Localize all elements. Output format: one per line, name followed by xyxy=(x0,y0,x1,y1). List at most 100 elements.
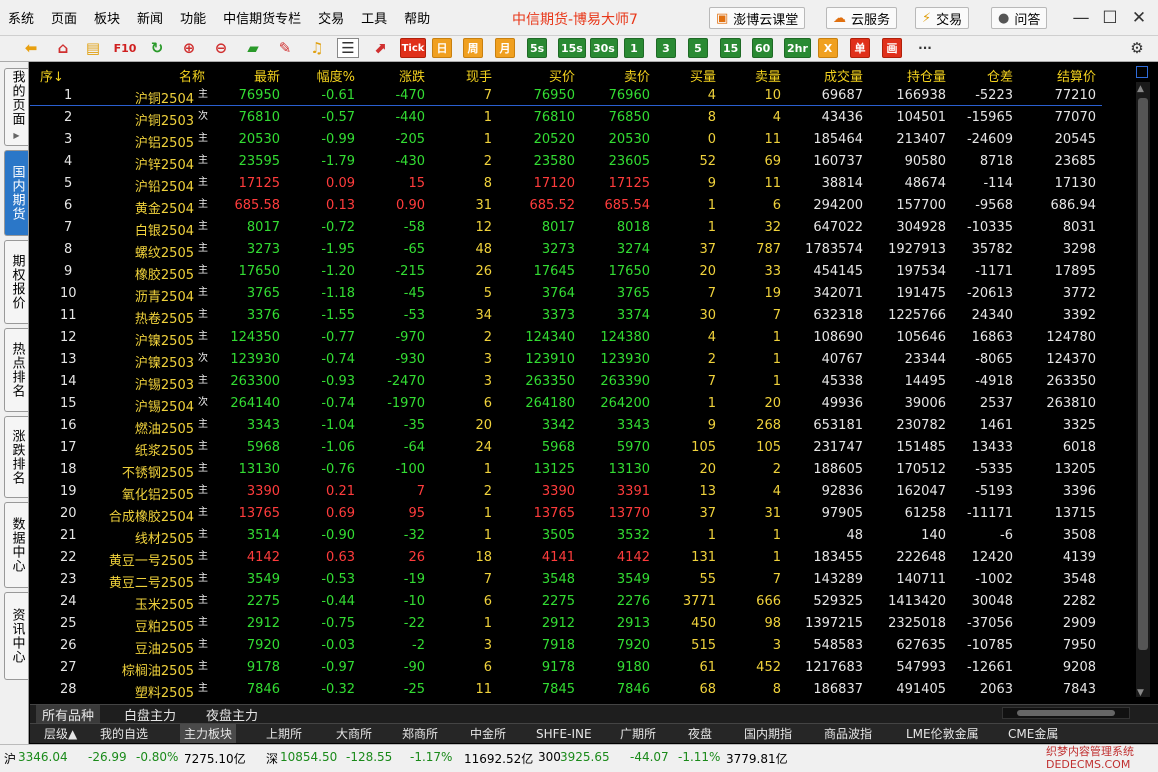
scroll-thumb[interactable] xyxy=(1138,98,1148,650)
table-row[interactable]: 5 沪铅2504 主 17125 0.09 15 8 17120 17125 9 11 38814 48… xyxy=(30,173,1132,195)
left-tab[interactable]: 国内期货 xyxy=(4,150,28,236)
menu-item[interactable]: 页面 xyxy=(51,8,77,27)
table-row[interactable]: 25 豆粕2505 主 2912 -0.75 -22 1 2912 2913 450 98 13972… xyxy=(30,613,1132,635)
period-button[interactable]: 周 xyxy=(463,38,483,58)
cloud-service-button[interactable]: ☁ 云服务 xyxy=(826,7,898,29)
menu-item[interactable]: 板块 xyxy=(94,8,120,27)
table-row[interactable]: 20 合成橡胶2504 主 13765 0.69 95 1 13765 13770 37 31 979… xyxy=(30,503,1132,525)
zoom-out-icon[interactable]: ⊖ xyxy=(210,38,232,58)
more-button[interactable]: ··· xyxy=(916,38,934,58)
exchange-tab[interactable]: 夜盘 xyxy=(684,724,716,743)
exchange-tab[interactable]: 大商所 xyxy=(332,724,376,743)
window-icon[interactable]: ▰ xyxy=(242,38,264,58)
table-row[interactable]: 1 沪铜2504 主 76950 -0.61 -470 7 76950 76960 4 10 6968… xyxy=(30,85,1132,107)
table-row[interactable]: 3 沪铝2505 主 20530 -0.99 -205 1 20520 20530 0 11 1854… xyxy=(30,129,1132,151)
table-row[interactable]: 6 黄金2504 主 685.58 0.13 0.90 31 685.52 685.54 1 6 29… xyxy=(30,195,1132,217)
exchange-tab[interactable]: SHFE-INE xyxy=(532,724,596,743)
period-button[interactable]: 月 xyxy=(495,38,515,58)
table-row[interactable]: 15 沪锡2504 次 264140 -0.74 -1970 6 264180 264200 1 2… xyxy=(30,393,1132,415)
list-view-icon[interactable]: ☰ xyxy=(337,38,359,58)
column-header[interactable]: 序↓ xyxy=(40,66,64,85)
table-row[interactable]: 2 沪铜2503 次 76810 -0.57 -440 1 76810 76850 8 4 43436… xyxy=(30,107,1132,129)
refresh-icon[interactable]: ↻ xyxy=(146,38,168,58)
period-button[interactable]: 日 xyxy=(432,38,452,58)
menu-item[interactable]: 中信期货专栏 xyxy=(223,8,301,27)
period-button[interactable]: 5 xyxy=(688,38,708,58)
exchange-tab[interactable]: LME伦敦金属 xyxy=(902,724,983,743)
hscroll-thumb[interactable] xyxy=(1017,710,1115,716)
scroll-down-icon[interactable]: ▼ xyxy=(1137,688,1144,698)
column-header[interactable]: 最新 xyxy=(254,66,280,85)
table-row[interactable]: 14 沪锡2503 主 263300 -0.93 -2470 3 263350 263390 7 1… xyxy=(30,371,1132,393)
table-row[interactable]: 23 黄豆二号2505 主 3549 -0.53 -19 7 3548 3549 55 7 14328… xyxy=(30,569,1132,591)
table-row[interactable]: 24 玉米2505 主 2275 -0.44 -10 6 2275 2276 3771 666 529… xyxy=(30,591,1132,613)
left-tab[interactable]: 期权报价 xyxy=(4,240,28,324)
maximize-icon[interactable]: ☐ xyxy=(1098,6,1122,30)
period-button[interactable]: 2hr xyxy=(784,38,811,58)
home-icon[interactable]: ⌂ xyxy=(52,38,74,58)
expand-arrow-icon[interactable]: ▶ xyxy=(13,128,19,144)
period-button[interactable]: 3 xyxy=(656,38,676,58)
column-header[interactable]: 持仓量 xyxy=(907,66,946,85)
table-row[interactable]: 11 热卷2505 主 3376 -1.55 -53 34 3373 3374 30 7 632318… xyxy=(30,305,1132,327)
column-header[interactable]: 卖价 xyxy=(624,66,650,85)
exchange-tab[interactable]: 主力板块 xyxy=(180,724,237,743)
menu-item[interactable]: 工具 xyxy=(361,8,387,27)
column-header[interactable]: 涨跌 xyxy=(399,66,425,85)
left-tab[interactable]: 数据中心 xyxy=(4,502,28,588)
horizontal-scrollbar[interactable] xyxy=(1002,707,1130,719)
tick-button[interactable]: Tick xyxy=(400,38,426,58)
table-row[interactable]: 21 线材2505 主 3514 -0.90 -32 1 3505 3532 1 1 48 140 -6 3… xyxy=(30,525,1132,547)
period-button[interactable]: 5s xyxy=(527,38,548,58)
period-button[interactable]: 单 xyxy=(850,38,870,58)
column-header[interactable]: 成交量 xyxy=(824,66,863,85)
column-header[interactable]: 卖量 xyxy=(755,66,781,85)
left-tab[interactable]: 涨跌排名 xyxy=(4,416,28,498)
category-tab[interactable]: 夜盘主力 xyxy=(200,705,264,724)
exchange-tab[interactable]: 商品波指 xyxy=(820,724,876,743)
scroll-up-icon[interactable]: ▲ xyxy=(1137,84,1144,94)
period-button[interactable]: 1 xyxy=(624,38,644,58)
column-header[interactable]: 仓差 xyxy=(987,66,1013,85)
exchange-tab[interactable]: 国内期指 xyxy=(740,724,796,743)
pen-icon[interactable]: ✎ xyxy=(274,38,296,58)
period-button[interactable]: 30s xyxy=(590,38,618,58)
left-tab[interactable]: 资讯中心 xyxy=(4,592,28,680)
table-row[interactable]: 26 豆油2505 主 7920 -0.03 -2 3 7918 7920 515 3 548583 6… xyxy=(30,635,1132,657)
zoom-in-icon[interactable]: ⊕ xyxy=(178,38,200,58)
cloud-class-button[interactable]: ▣ 澎博云课堂 xyxy=(709,7,806,29)
exchange-tab[interactable]: 上期所 xyxy=(262,724,306,743)
period-button[interactable]: 60 xyxy=(752,38,774,58)
table-row[interactable]: 8 螺纹2505 主 3273 -1.95 -65 48 3273 3274 37 787 17835… xyxy=(30,239,1132,261)
minimize-icon[interactable]: — xyxy=(1069,6,1093,30)
qa-button[interactable]: ● 问答 xyxy=(991,7,1048,29)
period-button[interactable]: 15s xyxy=(558,38,586,58)
table-row[interactable]: 10 沥青2504 主 3765 -1.18 -45 5 3764 3765 7 19 342071 1… xyxy=(30,283,1132,305)
column-header[interactable]: 名称 xyxy=(179,66,205,85)
category-tab[interactable]: 白盘主力 xyxy=(118,705,182,724)
menu-item[interactable]: 功能 xyxy=(180,8,206,27)
exchange-tab[interactable]: 中金所 xyxy=(466,724,510,743)
exchange-tab[interactable]: 郑商所 xyxy=(398,724,442,743)
menu-item[interactable]: 交易 xyxy=(318,8,344,27)
exchange-tab[interactable]: 我的自选 xyxy=(96,724,152,743)
exchange-tab[interactable]: 层级▲ xyxy=(40,724,81,743)
table-row[interactable]: 16 燃油2505 主 3343 -1.04 -35 20 3342 3343 9 268 65318… xyxy=(30,415,1132,437)
notes-icon[interactable]: ▤ xyxy=(82,38,104,58)
column-header[interactable]: 结算价 xyxy=(1057,66,1096,85)
period-button[interactable]: 画 xyxy=(882,38,902,58)
menu-item[interactable]: 帮助 xyxy=(404,8,430,27)
close-icon[interactable]: ✕ xyxy=(1127,6,1151,30)
exchange-tab[interactable]: CME金属 xyxy=(1004,724,1062,743)
table-row[interactable]: 4 沪锌2504 主 23595 -1.79 -430 2 23580 23605 52 69 160… xyxy=(30,151,1132,173)
menu-item[interactable]: 系统 xyxy=(8,8,34,27)
menu-item[interactable]: 新闻 xyxy=(137,8,163,27)
table-row[interactable]: 28 塑料2505 主 7846 -0.32 -25 11 7845 7846 68 8 186837… xyxy=(30,679,1132,701)
bell-icon[interactable]: ♫ xyxy=(306,38,328,58)
table-row[interactable]: 19 氧化铝2505 主 3390 0.21 7 2 3390 3391 13 4 92836 1620… xyxy=(30,481,1132,503)
table-row[interactable]: 9 橡胶2505 主 17650 -1.20 -215 26 17645 17650 20 33 45… xyxy=(30,261,1132,283)
table-row[interactable]: 18 不锈钢2505 主 13130 -0.76 -100 1 13125 13130 20 2 18… xyxy=(30,459,1132,481)
f10-button[interactable]: F10 xyxy=(112,38,138,58)
exchange-tab[interactable]: 广期所 xyxy=(616,724,660,743)
table-row[interactable]: 7 白银2504 主 8017 -0.72 -58 12 8017 8018 1 32 647022 3… xyxy=(30,217,1132,239)
